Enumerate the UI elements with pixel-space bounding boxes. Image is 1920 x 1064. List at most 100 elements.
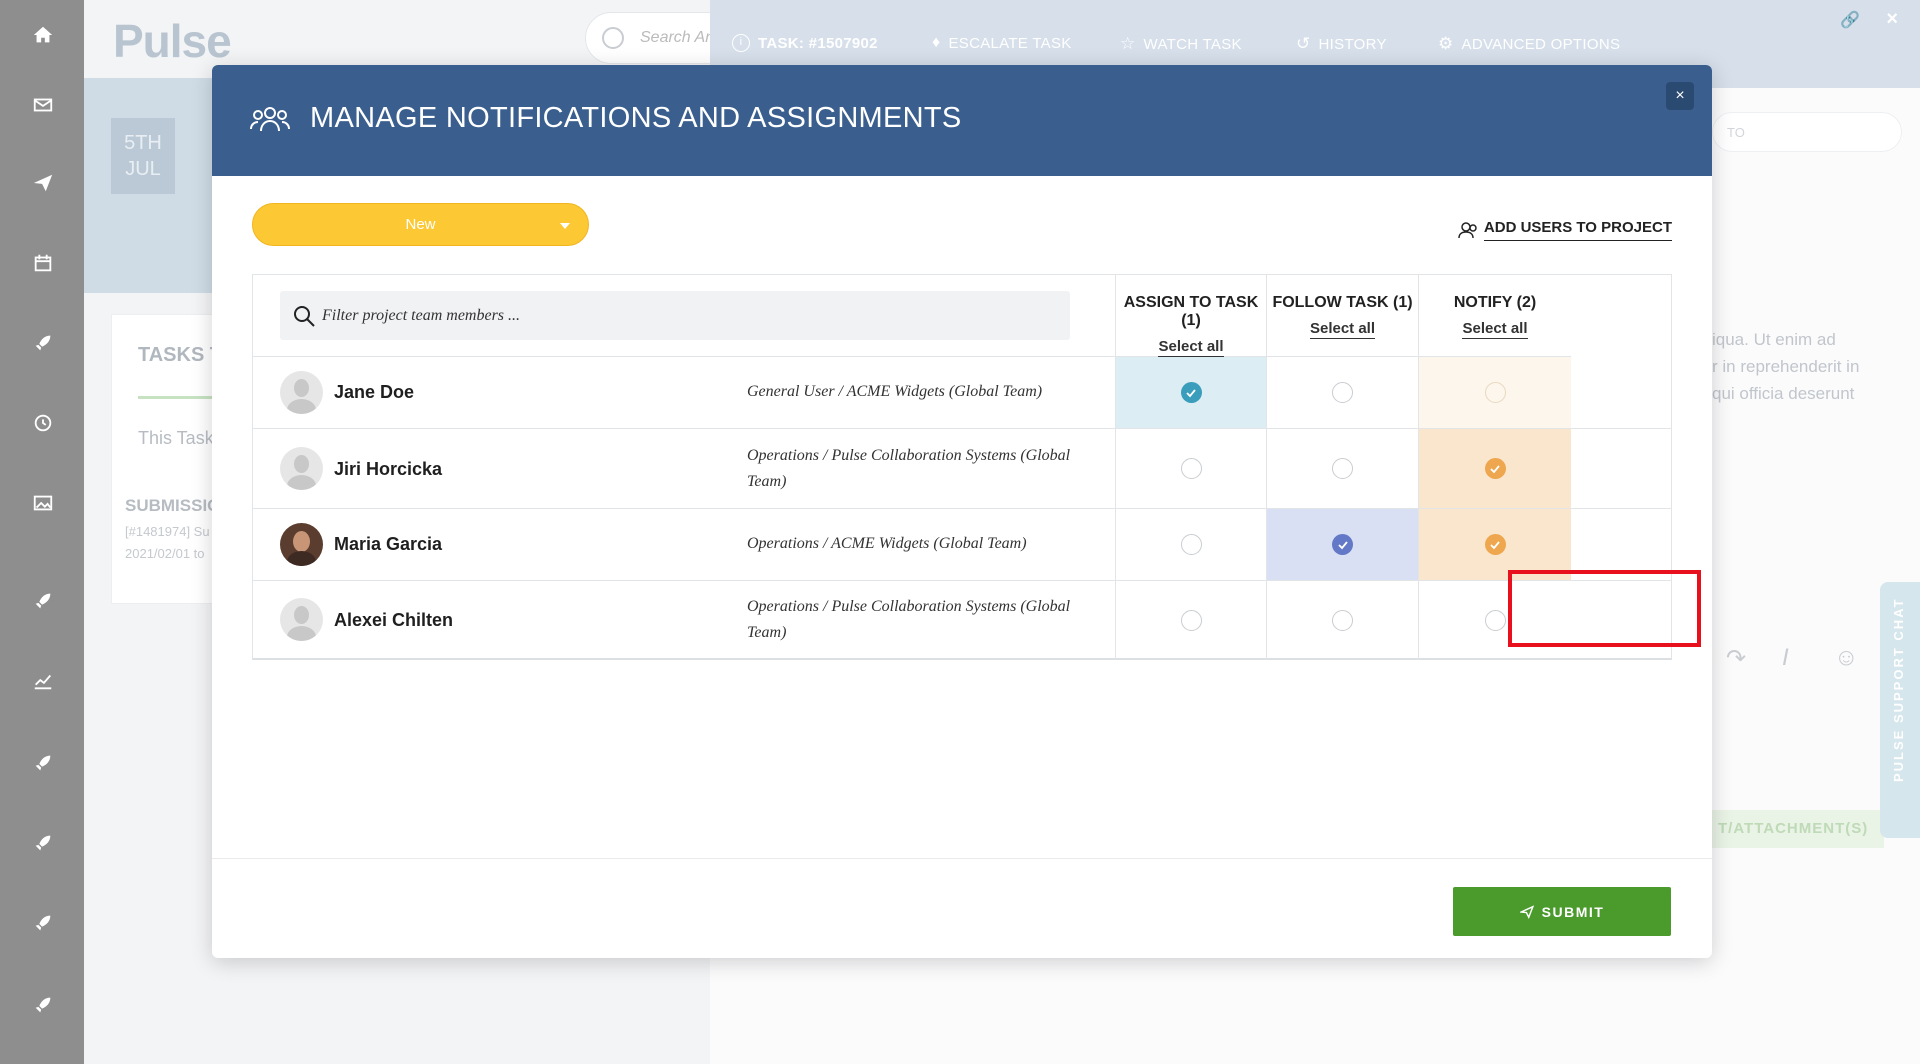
member-row: Jane Doe General User / ACME Widgets (Gl… (253, 357, 1671, 429)
table-filter-header (253, 275, 1115, 357)
member-name: Alexei Chilten (334, 610, 454, 630)
checked-icon (1332, 534, 1353, 555)
rocket-icon[interactable] (26, 746, 60, 780)
app-logo: Pulse (113, 15, 232, 67)
modal-header: MANAGE NOTIFICATIONS AND ASSIGNMENTS × (212, 65, 1712, 176)
to-field[interactable]: TO (1712, 112, 1902, 152)
rocket-icon[interactable] (26, 906, 60, 940)
clock-icon[interactable] (26, 406, 60, 440)
tasks-heading: TASKS T (138, 344, 223, 366)
notify-column-header: NOTIFY (2) Select all (1418, 275, 1571, 357)
radio-icon (1180, 534, 1202, 555)
mail-icon[interactable] (26, 88, 60, 122)
image-icon[interactable] (26, 486, 60, 520)
advanced-options-button[interactable]: ⚙ ADVANCED OPTIONS (1438, 34, 1620, 54)
filter-members-input[interactable] (322, 291, 1022, 340)
radio-icon (1332, 458, 1353, 479)
emoji-icon[interactable]: ☺ (1834, 644, 1859, 672)
assign-cell[interactable] (1115, 581, 1266, 659)
support-chat-tab[interactable]: PULSE SUPPORT CHAT (1880, 582, 1920, 838)
add-user-icon (1458, 222, 1477, 239)
notify-cell[interactable] (1418, 581, 1571, 659)
radio-icon (1180, 609, 1202, 631)
member-row: Alexei Chilten Operations / Pulse Collab… (253, 581, 1671, 659)
assign-cell[interactable] (1115, 357, 1266, 428)
assign-cell[interactable] (1115, 509, 1266, 580)
send-icon[interactable] (26, 166, 60, 200)
follow-select-all-link[interactable]: Select all (1309, 320, 1376, 339)
close-button[interactable]: × (1666, 82, 1694, 110)
avatar (280, 598, 323, 641)
follow-column-header: FOLLOW TASK (1) Select all (1266, 275, 1418, 357)
send-icon (1519, 904, 1534, 919)
attachment-button[interactable]: T/ATTACHMENT(S) (1712, 810, 1884, 848)
calendar-icon[interactable] (26, 246, 60, 280)
add-users-to-project-link[interactable]: ADD USERS TO PROJECT (1458, 219, 1672, 241)
avatar (280, 447, 323, 490)
users-icon (250, 107, 290, 132)
member-role: Operations / Pulse Collaboration Systems… (747, 598, 1071, 641)
member-row: Jiri Horcicka Operations / Pulse Collabo… (253, 429, 1671, 509)
avatar (280, 371, 323, 414)
submission-heading: SUBMISSIO (125, 496, 221, 515)
filter-box (280, 291, 1070, 340)
follow-cell[interactable] (1266, 429, 1418, 508)
redo-icon[interactable]: ↷ (1726, 644, 1746, 673)
member-name: Jane Doe (334, 382, 415, 402)
follow-cell[interactable] (1266, 357, 1418, 428)
manage-notifications-modal: MANAGE NOTIFICATIONS AND ASSIGNMENTS × N… (212, 65, 1712, 958)
radio-icon (1484, 609, 1506, 631)
home-icon[interactable] (26, 18, 60, 52)
editor-toolbar: ↷ I ☺ (1712, 640, 1902, 680)
search-icon (602, 27, 624, 49)
search-icon (294, 306, 315, 327)
member-row: Maria Garcia Operations / ACME Widgets (… (253, 509, 1671, 581)
radio-icon (1484, 382, 1506, 403)
member-role: Operations / ACME Widgets (Global Team) (747, 535, 1027, 552)
clear-format-icon[interactable]: I (1782, 644, 1789, 672)
link-icon[interactable]: 🔗 (1840, 10, 1860, 30)
modal-title: MANAGE NOTIFICATIONS AND ASSIGNMENTS (310, 102, 962, 134)
radio-icon (1332, 609, 1353, 631)
escalate-task-button[interactable]: ♦ ESCALATE TASK (932, 34, 1072, 52)
follow-cell[interactable] (1266, 509, 1418, 580)
checked-icon (1484, 458, 1506, 479)
assign-column-header: ASSIGN TO TASK (1) Select all (1115, 275, 1266, 357)
notify-select-all-link[interactable]: Select all (1462, 320, 1528, 339)
tasks-underline (138, 396, 218, 399)
checked-icon (1484, 534, 1506, 555)
follow-cell[interactable] (1266, 581, 1418, 659)
chart-icon[interactable] (26, 664, 60, 698)
chevron-down-icon (560, 223, 570, 229)
member-name: Maria Garcia (334, 534, 443, 554)
radio-icon (1180, 458, 1202, 479)
rocket-icon[interactable] (26, 988, 60, 1022)
member-name: Jiri Horcicka (334, 459, 443, 479)
notify-cell[interactable] (1418, 357, 1571, 428)
rocket-icon[interactable] (26, 584, 60, 618)
submission-date: 2021/02/01 to (125, 546, 205, 561)
close-task-icon[interactable]: × (1886, 8, 1898, 31)
notify-cell[interactable] (1418, 429, 1571, 508)
rocket-icon[interactable] (26, 326, 60, 360)
notify-cell[interactable] (1418, 509, 1571, 580)
member-role: Operations / Pulse Collaboration Systems… (747, 447, 1071, 490)
assign-cell[interactable] (1115, 429, 1266, 508)
task-id-label: i TASK: #1507902 (732, 34, 878, 52)
this-task-text: This Task (138, 428, 214, 448)
submit-button[interactable]: SUBMIT (1453, 887, 1671, 936)
radio-icon (1332, 382, 1353, 403)
rocket-icon[interactable] (26, 826, 60, 860)
task-description: iqua. Ut enim ad r in reprehenderit in q… (1712, 330, 1860, 403)
date-badge: 5TH JUL (111, 118, 175, 194)
left-nav-rail (0, 0, 84, 1064)
status-dropdown[interactable]: New (252, 203, 589, 246)
watch-task-button[interactable]: ☆ WATCH TASK (1120, 34, 1242, 54)
team-members-table: ASSIGN TO TASK (1) Select all FOLLOW TAS… (252, 274, 1672, 660)
avatar (280, 523, 323, 566)
submission-id: [#1481974] Su (125, 524, 210, 539)
member-role: General User / ACME Widgets (Global Team… (747, 383, 1043, 400)
assign-select-all-link[interactable]: Select all (1158, 338, 1224, 357)
history-button[interactable]: ↺ HISTORY (1296, 34, 1387, 54)
checked-icon (1180, 382, 1202, 403)
